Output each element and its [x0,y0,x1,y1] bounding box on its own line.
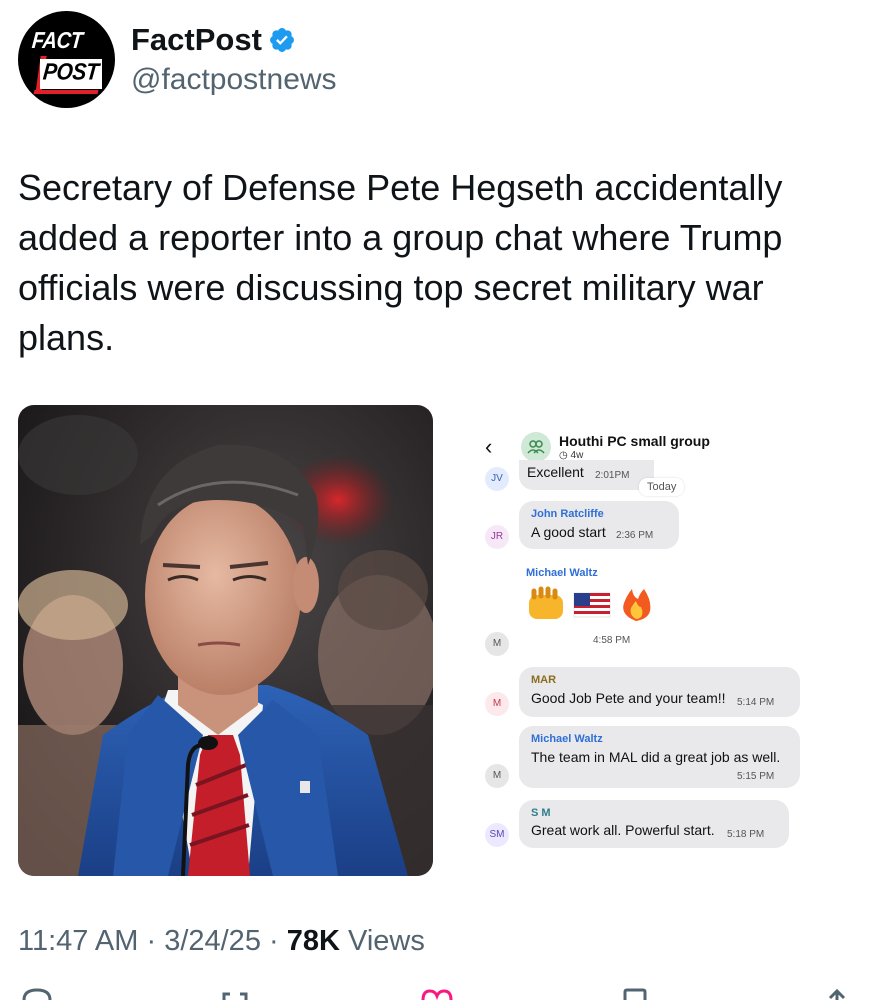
message-text: A good start [531,524,606,540]
group-title: Houthi PC small group [559,433,710,449]
message-bubble: Excellent 2:01PM [519,460,654,490]
retweet-icon[interactable] [218,988,252,1000]
share-icon[interactable] [820,988,854,1000]
message-bubble: S M Great work all. Powerful start. 5:18… [519,800,789,848]
portrait-image [18,405,433,876]
message-sender: MAR [531,674,557,686]
tweet-photo-portrait[interactable] [18,405,433,876]
tweet-time[interactable]: 11:47 AM [18,925,138,957]
message-time: 4:58 PM [593,635,631,646]
sender-initials: JV [485,467,509,491]
author-handle[interactable]: @factpostnews [131,63,337,97]
message-text: The team in MAL did a great job as well. [531,749,781,765]
chat-screenshot[interactable]: ‹ Houthi PC small group ◷ 4w JV Excellen… [475,425,820,865]
message-time: 5:14 PM [737,697,775,708]
logo-underline [33,90,99,94]
message-sender: S M [531,807,551,819]
avatar-logo-text-top: FACT [30,28,84,54]
sender-initials: M [485,632,509,656]
tweet-text: Secretary of Defense Pete Hegseth accide… [18,167,783,358]
message-sender: Michael Waltz [531,733,603,745]
us-flag-icon [573,592,611,618]
group-people-icon [527,440,545,454]
tweet-header: FACT POST FactPost @factpostnews [18,11,858,109]
author-display-name[interactable]: FactPost [131,22,262,58]
sender-initials: M [485,692,509,716]
meta-separator: · [269,925,279,957]
message-time: 2:01PM [595,470,630,481]
message-bubble: Michael Waltz The team in MAL did a grea… [519,726,800,788]
message-bubble: MAR Good Job Pete and your team!! 5:14 P… [519,667,800,717]
views-label: Views [348,925,425,957]
group-icon [521,432,551,462]
sender-initials: JR [485,525,509,549]
chat-header: ‹ Houthi PC small group ◷ 4w [475,425,820,463]
message-sender: Michael Waltz [526,567,598,579]
sender-initials: SM [485,823,509,847]
tweet-date[interactable]: 3/24/25 [164,925,261,957]
message-bubble: John Ratcliffe A good start 2:36 PM [519,501,679,549]
date-divider: Today [639,478,685,496]
fist-emoji-icon [529,586,563,619]
verified-badge-icon [269,28,294,52]
message-time: 5:15 PM [737,771,775,782]
fire-emoji-icon [623,589,651,621]
author-avatar[interactable]: FACT POST [18,11,115,108]
action-bar [0,988,874,1000]
avatar-logo-text-bottom: POST [41,59,100,86]
message-text: Good Job Pete and your team!! [531,690,726,706]
message-time: 5:18 PM [727,829,765,840]
emoji-reactions [529,586,651,621]
avatar-logo-box: POST [40,59,102,89]
message-text: Great work all. Powerful start. [531,822,715,838]
sender-initials: M [485,764,509,788]
message-time: 2:36 PM [616,530,654,541]
message-text: Excellent [527,464,584,480]
back-chevron-icon: ‹ [485,434,493,459]
author-name-row[interactable]: FactPost [131,22,296,58]
views-count: 78K [286,925,340,957]
tweet-meta: 11:47 AM · 3/24/25 · 78K Views [18,925,425,958]
heart-icon[interactable] [420,988,454,1000]
message-sender: John Ratcliffe [531,508,604,520]
bookmark-icon[interactable] [618,988,652,1000]
meta-separator: · [146,925,157,957]
reply-icon[interactable] [20,988,54,1000]
